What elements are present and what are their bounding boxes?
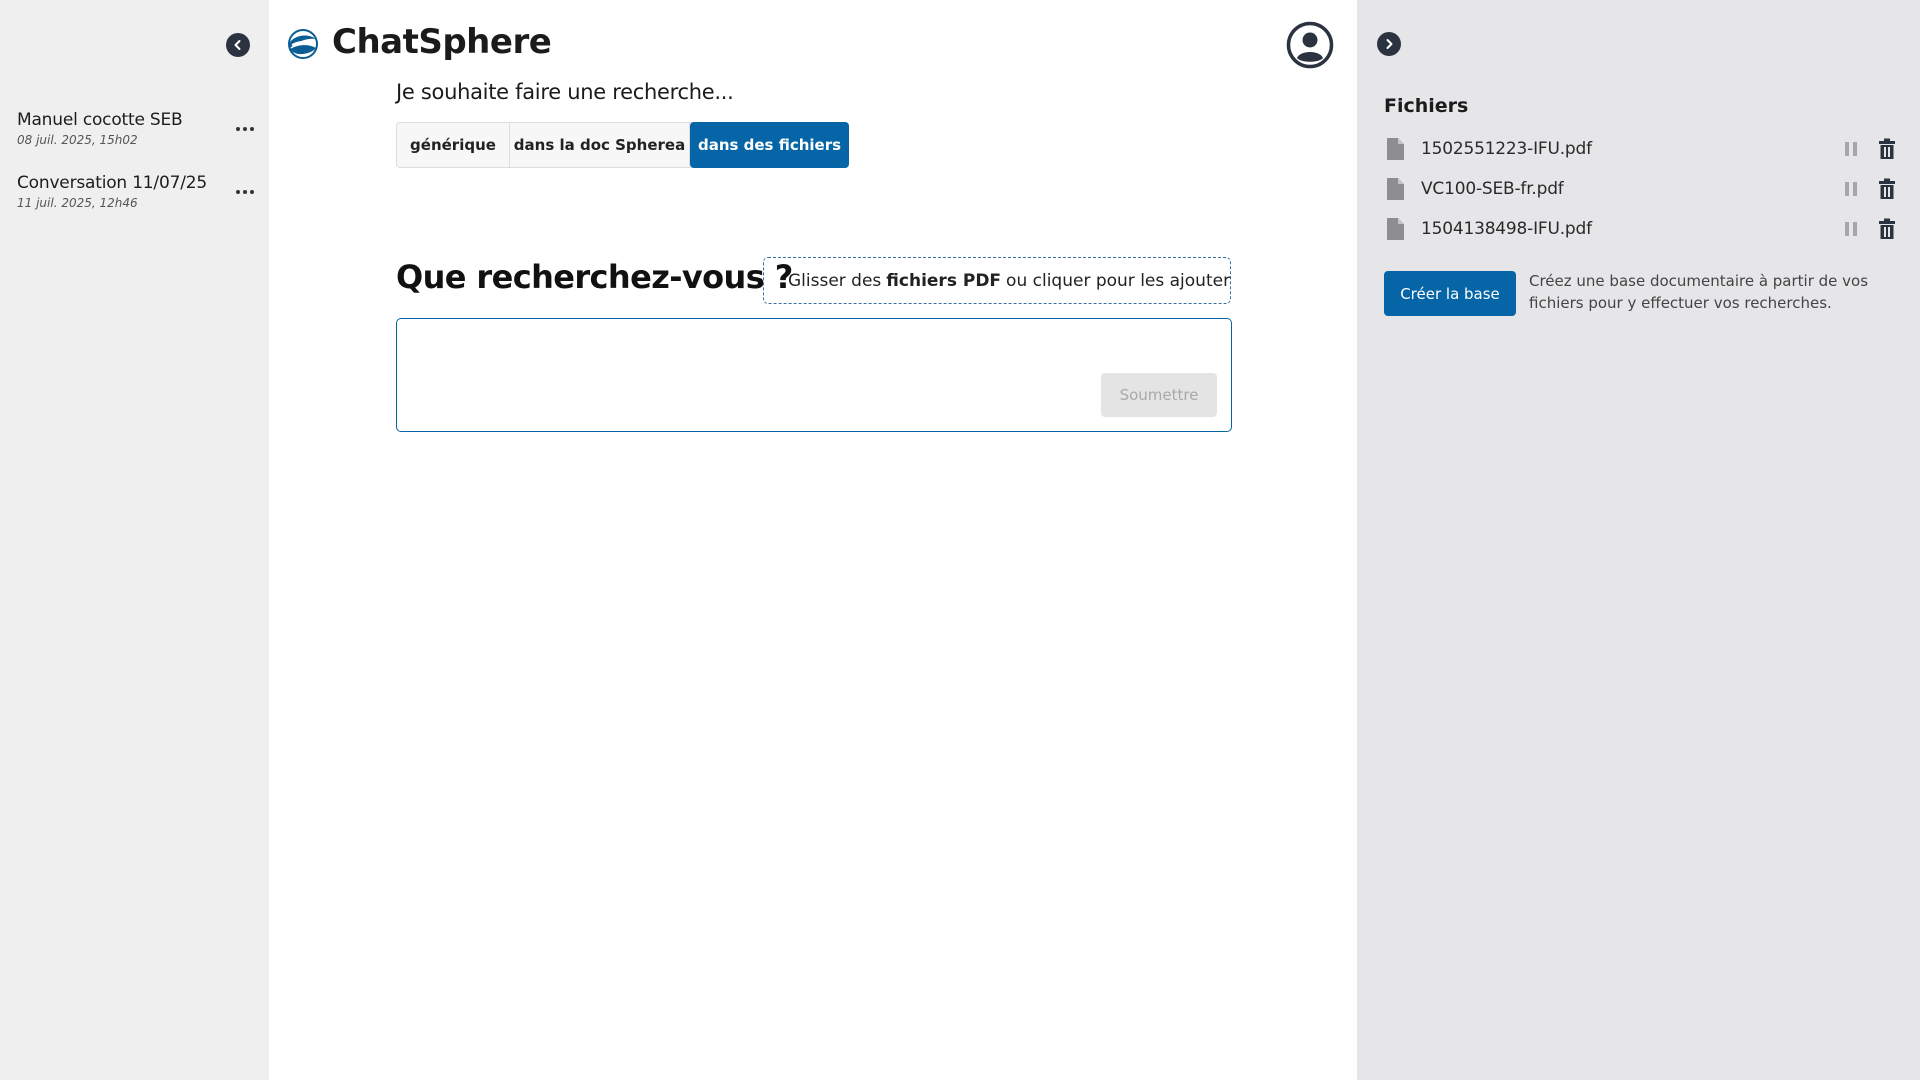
chevron-left-icon [234,40,241,50]
app-title: ChatSphere [332,22,552,62]
collapse-sidebar-button[interactable] [226,33,250,57]
more-horizontal-icon[interactable] [233,185,257,199]
mode-spherea-doc-button[interactable]: dans la doc Spherea [510,123,690,167]
trash-icon[interactable] [1877,218,1897,240]
file-icon [1387,218,1404,240]
conversation-date: 08 juil. 2025, 15h02 [17,133,138,147]
files-title: Fichiers [1384,95,1469,117]
dropzone-text-prefix: Glisser des [788,270,882,291]
create-base-hint: Créez une base documentaire à partir de … [1529,272,1869,312]
pdf-dropzone[interactable]: Glisser des fichiers PDF ou cliquer pour… [763,257,1231,304]
create-base-button[interactable]: Créer la base [1384,271,1516,316]
file-icon [1387,178,1404,200]
file-name: 1504138498-IFU.pdf [1421,219,1592,239]
trash-icon[interactable] [1877,178,1897,200]
conversation-date: 11 juil. 2025, 12h46 [17,196,138,210]
conversation-title: Manuel cocotte SEB [17,110,183,130]
user-circle-icon[interactable] [1286,21,1334,69]
more-horizontal-icon[interactable] [233,122,257,136]
sphere-logo-icon [288,29,318,59]
conversation-sidebar: Manuel cocotte SEB 08 juil. 2025, 15h02 … [0,0,269,1080]
trash-icon[interactable] [1877,138,1897,160]
mode-generic-button[interactable]: générique [397,123,510,167]
submit-button[interactable]: Soumettre [1101,373,1217,417]
file-name: VC100-SEB-fr.pdf [1421,179,1564,199]
collapse-files-panel-button[interactable] [1377,32,1401,56]
query-box: Soumettre [396,318,1232,432]
chevron-right-icon [1386,39,1393,49]
file-row: VC100-SEB-fr.pdf [1385,175,1897,203]
file-row: 1502551223-IFU.pdf [1385,135,1897,163]
file-name: 1502551223-IFU.pdf [1421,139,1592,159]
query-input[interactable] [409,329,1109,389]
file-row: 1504138498-IFU.pdf [1385,215,1897,243]
conversation-item[interactable]: Manuel cocotte SEB 08 juil. 2025, 15h02 [17,110,257,147]
dropzone-text-bold: fichiers PDF [886,270,1002,291]
query-heading: Que recherchez-vous ? [396,258,793,296]
dropzone-text-suffix: ou cliquer pour les ajouter [1006,270,1231,291]
conversation-item[interactable]: Conversation 11/07/25 11 juil. 2025, 12h… [17,173,257,210]
search-mode-heading: Je souhaite faire une recherche... [396,80,734,104]
conversation-title: Conversation 11/07/25 [17,173,207,193]
files-panel: Fichiers 1502551223-IFU.pdf VC100-SEB-fr… [1357,0,1920,1080]
file-icon [1387,138,1404,160]
mode-files-button[interactable]: dans des fichiers [690,122,849,168]
pause-icon[interactable] [1841,179,1861,199]
search-mode-selector: générique dans la doc Spherea dans des f… [396,122,849,168]
pause-icon[interactable] [1841,139,1861,159]
pause-icon[interactable] [1841,219,1861,239]
